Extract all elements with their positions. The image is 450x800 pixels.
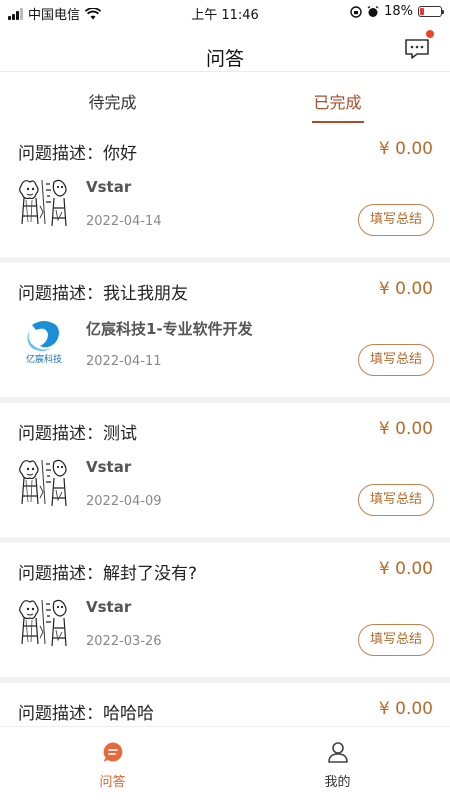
avatar: 亿宸科技	[18, 316, 70, 368]
bottom-tab-mine-label: 我的	[324, 775, 351, 790]
question-text: 问题描述：我让我朋友	[18, 284, 188, 304]
list-item[interactable]: 问题描述：测试 ¥ 0.00 Vstar 2022-04-09 填写总结	[0, 403, 450, 537]
date: 2022-03-26	[86, 634, 162, 649]
rotation-lock-icon	[350, 5, 362, 18]
price: ¥ 0.00	[378, 559, 433, 579]
chat-bubble-icon	[103, 742, 122, 762]
tab-pending[interactable]: 待完成	[0, 72, 225, 123]
user-name: Vstar	[86, 458, 132, 476]
tab-completed-label: 已完成	[313, 93, 362, 112]
price: ¥ 0.00	[378, 419, 433, 439]
page-title: 问答	[205, 48, 244, 70]
alarm-icon	[367, 5, 379, 17]
avatar	[18, 456, 70, 508]
write-summary-button[interactable]: 填写总结	[358, 624, 434, 656]
company-logo-icon: 亿宸科技	[18, 316, 70, 368]
battery-icon	[418, 6, 444, 17]
message-icon	[405, 39, 429, 59]
notification-dot	[426, 30, 434, 38]
date: 2022-04-09	[86, 494, 162, 509]
bottom-tab-qa[interactable]: 问答	[0, 727, 225, 800]
sketch-avatar-icon	[18, 596, 70, 648]
bottom-tab-mine[interactable]: 我的	[225, 727, 450, 800]
logo-text: 亿宸科技	[26, 353, 62, 365]
date: 2022-04-14	[86, 214, 162, 229]
avatar	[18, 176, 70, 228]
write-summary-button[interactable]: 填写总结	[358, 484, 434, 516]
question-text: 问题描述：解封了没有?	[18, 564, 198, 584]
status-right: 18%	[350, 4, 444, 19]
question-text: 问题描述：测试	[18, 424, 137, 444]
write-summary-button[interactable]: 填写总结	[358, 344, 434, 376]
tab-completed[interactable]: 已完成	[225, 72, 450, 123]
battery-label: 18%	[384, 4, 413, 19]
list-item[interactable]: 问题描述：解封了没有? ¥ 0.00 Vstar 2022-03-26 填写总结	[0, 543, 450, 677]
write-summary-button[interactable]: 填写总结	[358, 204, 434, 236]
nav-bar: 问答	[0, 24, 450, 72]
bottom-tab-qa-label: 问答	[99, 775, 126, 790]
question-text: 问题描述：你好	[18, 144, 137, 164]
bottom-tab-bar: 问答 我的	[0, 726, 450, 800]
list-item[interactable]: 问题描述：我让我朋友 ¥ 0.00 亿宸科技 亿宸科技1-专业软件开发 2022…	[0, 263, 450, 397]
sketch-avatar-icon	[18, 176, 70, 228]
message-button[interactable]	[404, 30, 434, 62]
sketch-avatar-icon	[18, 456, 70, 508]
avatar	[18, 596, 70, 648]
qa-list: 问题描述：你好 ¥ 0.00 Vstar 2022-04-14 填写总结 问题描…	[0, 123, 450, 800]
user-name: Vstar	[86, 598, 132, 616]
question-text: 问题描述：哈哈哈	[18, 704, 154, 724]
price: ¥ 0.00	[378, 699, 433, 719]
list-item[interactable]: 问题描述：你好 ¥ 0.00 Vstar 2022-04-14 填写总结	[0, 123, 450, 257]
status-tabs: 待完成 已完成	[0, 72, 450, 123]
user-name: 亿宸科技1-专业软件开发	[86, 320, 253, 338]
price: ¥ 0.00	[378, 139, 433, 159]
user-icon	[327, 742, 348, 763]
status-bar: 中国电信 上午 11:46 18%	[0, 0, 450, 24]
date: 2022-04-11	[86, 354, 162, 369]
tab-pending-label: 待完成	[88, 93, 137, 112]
user-name: Vstar	[86, 178, 132, 196]
price: ¥ 0.00	[378, 279, 433, 299]
